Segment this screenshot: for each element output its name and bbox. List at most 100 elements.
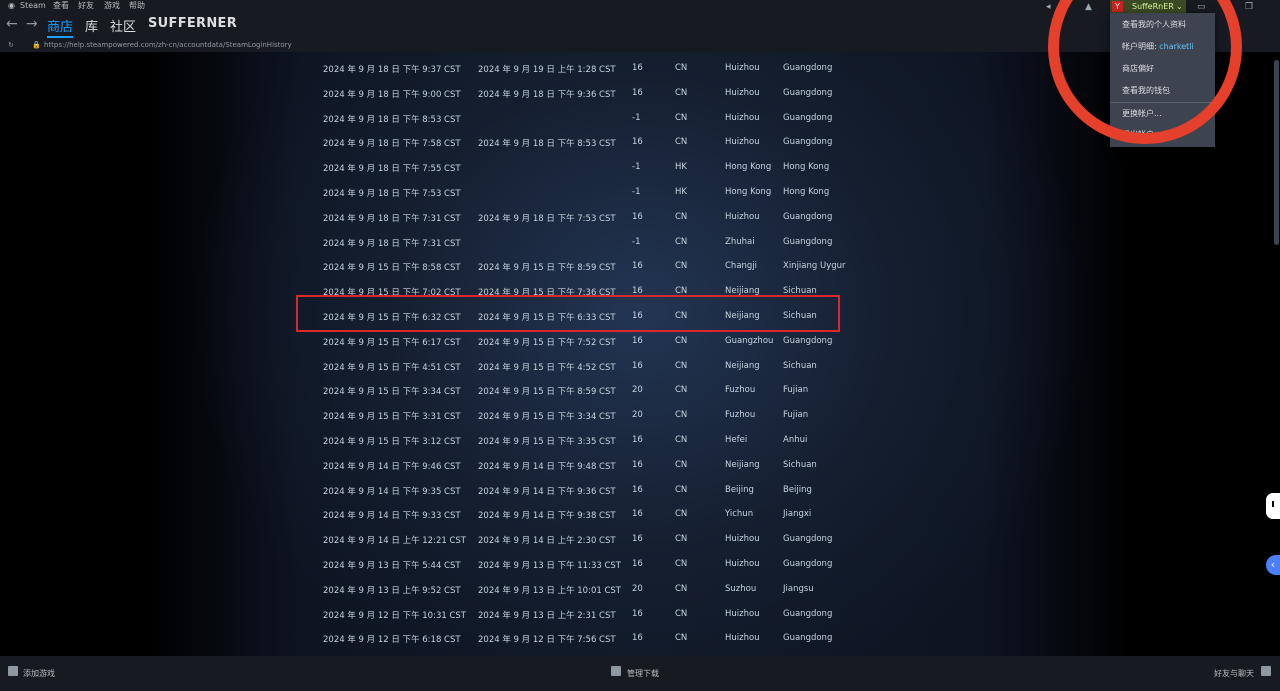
chat-icon[interactable] xyxy=(1261,666,1271,676)
table-row: 2024 年 9 月 12 日 下午 10:31 CST 2024 年 9 月 1… xyxy=(0,602,1280,626)
city-cell: Huizhou xyxy=(725,633,760,644)
country-cell: CN xyxy=(675,559,688,569)
region-cell: Jiangsu xyxy=(783,583,814,594)
scrollbar[interactable] xyxy=(1274,60,1279,245)
country-cell: CN xyxy=(675,211,688,222)
os-type-cell: 16 xyxy=(632,559,643,569)
region-cell: Xinjiang Uygur xyxy=(783,261,846,272)
country-cell: CN xyxy=(675,608,688,619)
logout-time-cell: 2024 年 9 月 18 日 下午 8:53 CST xyxy=(478,139,616,150)
city-cell: Huizhou xyxy=(725,87,760,98)
menu-games[interactable]: 游戏 xyxy=(104,0,120,12)
table-row: 2024 年 9 月 14 日 下午 9:35 CST 2024 年 9 月 14… xyxy=(0,478,1280,502)
table-row: 2024 年 9 月 15 日 下午 3:31 CST 2024 年 9 月 15… xyxy=(0,403,1280,427)
side-collapse-arrow-icon[interactable]: ‹ xyxy=(1266,555,1280,575)
login-time-cell: 2024 年 9 月 12 日 下午 6:18 CST xyxy=(323,635,461,646)
menu-steam[interactable]: Steam xyxy=(20,0,46,12)
region-cell: Guangdong xyxy=(783,534,833,545)
login-time-cell: 2024 年 9 月 14 日 下午 9:46 CST xyxy=(323,461,461,472)
os-type-cell: 16 xyxy=(632,633,643,644)
region-cell: Jiangxi xyxy=(783,509,812,520)
login-time-cell: 2024 年 9 月 18 日 下午 7:55 CST xyxy=(323,164,461,175)
city-cell: Neijiang xyxy=(725,459,760,470)
login-time-cell: 2024 年 9 月 14 日 上午 12:21 CST xyxy=(323,536,466,547)
country-cell: CN xyxy=(675,435,688,445)
menu-help[interactable]: 帮助 xyxy=(129,0,145,12)
country-cell: CN xyxy=(675,236,688,247)
city-cell: Huizhou xyxy=(725,112,760,123)
os-type-cell: 16 xyxy=(632,459,643,470)
city-cell: Hong Kong xyxy=(725,187,772,197)
country-cell: CN xyxy=(675,63,688,73)
region-cell: Guangdong xyxy=(783,236,833,247)
login-history-table: 2024 年 9 月 18 日 下午 9:37 CST 2024 年 9 月 19… xyxy=(0,52,1280,656)
os-type-cell: 16 xyxy=(632,608,643,619)
login-time-cell: 2024 年 9 月 15 日 下午 3:12 CST xyxy=(323,437,461,447)
region-cell: Guangdong xyxy=(783,633,833,644)
city-cell: Neijiang xyxy=(725,360,760,371)
city-cell: Huizhou xyxy=(725,137,760,148)
region-cell: Guangdong xyxy=(783,559,833,569)
table-row: 2024 年 9 月 15 日 下午 3:34 CST 2024 年 9 月 15… xyxy=(0,378,1280,402)
logout-time-cell: 2024 年 9 月 15 日 下午 8:59 CST xyxy=(478,387,616,398)
login-time-cell: 2024 年 9 月 18 日 下午 8:53 CST xyxy=(323,114,461,125)
os-type-cell: 20 xyxy=(632,385,643,396)
region-cell: Beijing xyxy=(783,484,812,495)
table-row: 2024 年 9 月 18 日 下午 7:55 CST -1 HK Hong Kong… xyxy=(0,155,1280,179)
manage-downloads-button[interactable]: 管理下载 xyxy=(627,668,659,679)
os-type-cell: 20 xyxy=(632,583,643,594)
logout-time-cell: 2024 年 9 月 13 日 下午 11:33 CST xyxy=(478,561,621,571)
country-cell: CN xyxy=(675,335,688,346)
os-type-cell: -1 xyxy=(632,187,641,197)
city-cell: Hefei xyxy=(725,435,748,445)
add-game-icon[interactable] xyxy=(8,666,18,676)
nav-community[interactable]: 社区 xyxy=(110,16,136,35)
nav-store[interactable]: 商店 xyxy=(47,16,74,38)
city-cell: Zhuhai xyxy=(725,236,755,247)
region-cell: Guangdong xyxy=(783,608,833,619)
login-time-cell: 2024 年 9 月 18 日 下午 9:00 CST xyxy=(323,89,461,100)
os-type-cell: 20 xyxy=(632,410,643,421)
region-cell: Guangdong xyxy=(783,211,833,222)
country-cell: CN xyxy=(675,261,688,272)
logout-time-cell: 2024 年 9 月 18 日 下午 9:36 CST xyxy=(478,89,616,100)
steam-logo-icon[interactable]: ◉ xyxy=(8,0,15,12)
country-cell: CN xyxy=(675,360,688,371)
downloads-icon[interactable] xyxy=(611,666,621,676)
logout-time-cell: 2024 年 9 月 13 日 上午 10:01 CST xyxy=(478,585,621,596)
country-cell: HK xyxy=(675,162,687,173)
back-arrow-icon[interactable]: ← xyxy=(6,16,18,32)
table-row: 2024 年 9 月 14 日 上午 12:21 CST 2024 年 9 月 1… xyxy=(0,527,1280,551)
menu-view[interactable]: 查看 xyxy=(53,0,69,12)
side-assistant-button[interactable] xyxy=(1266,493,1280,519)
nav-username[interactable]: SUFFERNER xyxy=(148,16,237,31)
reload-icon[interactable]: ↻ xyxy=(8,38,14,52)
login-time-cell: 2024 年 9 月 15 日 下午 6:17 CST xyxy=(323,337,461,348)
menu-friends[interactable]: 好友 xyxy=(78,0,94,12)
os-type-cell: 16 xyxy=(632,435,643,445)
url-text[interactable]: https://help.steampowered.com/zh-cn/acco… xyxy=(44,38,292,52)
country-cell: CN xyxy=(675,112,688,123)
logout-time-cell: 2024 年 9 月 19 日 上午 1:28 CST xyxy=(478,65,616,75)
region-cell: Hong Kong xyxy=(783,162,830,173)
logout-time-cell: 2024 年 9 月 14 日 下午 9:36 CST xyxy=(478,486,616,497)
region-cell: Guangdong xyxy=(783,112,833,123)
city-cell: Fuzhou xyxy=(725,385,756,396)
add-game-button[interactable]: 添加游戏 xyxy=(23,668,55,679)
login-time-cell: 2024 年 9 月 18 日 下午 9:37 CST xyxy=(323,65,461,75)
logout-time-cell: 2024 年 9 月 15 日 下午 8:59 CST xyxy=(478,263,616,274)
nav-library[interactable]: 库 xyxy=(85,16,98,35)
city-cell: Huizhou xyxy=(725,608,760,619)
os-type-cell: -1 xyxy=(632,236,641,247)
country-cell: CN xyxy=(675,583,688,594)
os-type-cell: 16 xyxy=(632,360,643,371)
login-time-cell: 2024 年 9 月 18 日 下午 7:31 CST xyxy=(323,213,461,224)
friends-chat-button[interactable]: 好友与聊天 xyxy=(1214,668,1254,679)
os-type-cell: 16 xyxy=(632,63,643,73)
country-cell: CN xyxy=(675,137,688,148)
region-cell: Anhui xyxy=(783,435,808,445)
logout-time-cell: 2024 年 9 月 15 日 下午 4:52 CST xyxy=(478,362,616,373)
city-cell: Changji xyxy=(725,261,758,272)
login-time-cell: 2024 年 9 月 15 日 下午 3:34 CST xyxy=(323,387,461,398)
forward-arrow-icon[interactable]: → xyxy=(26,16,38,32)
